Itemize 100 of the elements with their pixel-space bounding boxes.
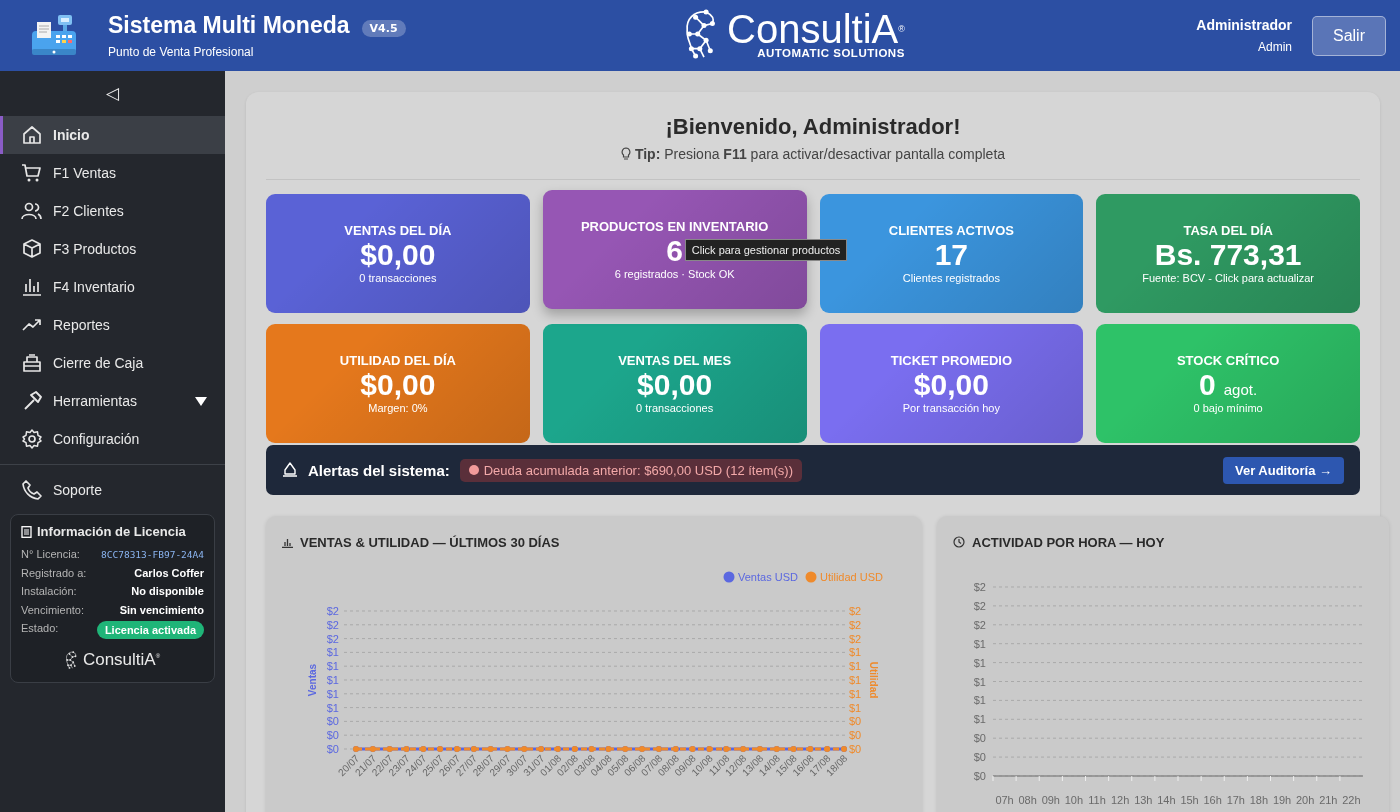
sidebar-item[interactable]: Cierre de Caja — [0, 344, 225, 382]
sidebar-item[interactable]: Herramientas — [0, 382, 225, 420]
logout-button[interactable]: Salir — [1312, 15, 1386, 56]
axis-tick-label: 14h — [1157, 794, 1176, 806]
axis-tick-label: $0 — [973, 732, 986, 745]
users-icon — [21, 200, 43, 222]
data-point[interactable] — [521, 746, 528, 752]
sidebar-item[interactable]: F2 Clientes — [0, 192, 225, 230]
sidebar-item[interactable]: Reportes — [0, 306, 225, 344]
stat-card[interactable]: VENTAS DEL DÍA $0,00 0 transacciones — [266, 194, 530, 313]
app-subtitle: Punto de Venta Profesional — [108, 45, 255, 59]
version-badge: V4.5 — [361, 20, 406, 37]
card-value: $0,00 — [637, 368, 713, 401]
data-point[interactable] — [420, 746, 427, 752]
data-point[interactable] — [453, 746, 460, 752]
card-value: 6 — [666, 234, 683, 267]
document-icon — [21, 525, 32, 538]
data-point[interactable] — [655, 746, 662, 752]
brand-tagline: AUTOMATIC SOLUTIONS — [756, 47, 905, 59]
data-point[interactable] — [622, 746, 629, 752]
axis-tick-label: 11h — [1088, 794, 1106, 806]
audit-button[interactable]: Ver Auditoría → — [1222, 456, 1344, 484]
stat-card[interactable]: TASA DEL DÍA Bs. 773,31 Fuente: BCV - Click para actualizar — [1096, 194, 1360, 313]
card-note: 6 registrados · Stock OK — [614, 268, 735, 280]
phone-icon — [21, 479, 43, 501]
data-point[interactable] — [706, 746, 713, 752]
welcome-title: ¡Bienvenido, Administrador! — [664, 114, 962, 140]
sidebar-item[interactable]: F1 Ventas — [0, 154, 225, 192]
data-point[interactable] — [504, 746, 511, 752]
app-title: Sistema Multi Moneda — [108, 12, 350, 38]
data-point[interactable] — [773, 746, 780, 752]
axis-tick-label: 20h — [1296, 794, 1315, 806]
bar-chart-icon — [282, 536, 293, 548]
collapse-button[interactable]: ◁ — [106, 83, 119, 104]
card-title: TASA DEL DÍA — [1183, 223, 1273, 238]
data-point[interactable] — [437, 746, 444, 752]
home-icon — [21, 124, 43, 146]
axis-tick-label: $0 — [326, 715, 339, 728]
axis-tick-label: $1 — [849, 674, 862, 686]
axis-tick-label: $0 — [326, 729, 339, 742]
alert-pill[interactable]: Deuda acumulada anterior: $690,00 USD (12 ítem(s)) — [459, 458, 802, 482]
axis-tick-label: $1 — [849, 701, 862, 714]
license-value: Sin vencimiento — [119, 603, 204, 616]
data-point[interactable] — [487, 746, 494, 752]
card-title: CLIENTES ACTIVOS — [888, 223, 1014, 238]
data-point[interactable] — [672, 746, 679, 752]
axis-tick-label: $0 — [973, 751, 986, 764]
axis-tick-label: $2 — [326, 605, 339, 617]
data-point[interactable] — [807, 746, 814, 752]
data-point[interactable] — [740, 746, 747, 752]
sidebar-item[interactable]: Configuración — [0, 420, 225, 458]
card-note: 0 bajo mínimo — [1193, 402, 1263, 414]
data-point[interactable] — [824, 746, 831, 752]
axis-tick-label: 18h — [1249, 794, 1269, 806]
axis-tick-label: $1 — [973, 637, 986, 650]
data-point[interactable] — [605, 746, 612, 752]
tip-text: Tip: Presiona F11 para activar/desactivar pantalla completa — [634, 146, 1006, 162]
card-title: VENTAS DEL MES — [618, 353, 732, 368]
sidebar-item[interactable]: Soporte — [0, 471, 225, 509]
card-title: UTILIDAD DEL DÍA — [339, 353, 456, 368]
card-note: Margen: 0% — [368, 402, 428, 414]
data-point[interactable] — [841, 746, 847, 752]
card-value: $0,00 — [360, 368, 436, 401]
sidebar-item[interactable]: F4 Inventario — [0, 268, 225, 306]
axis-tick-label: 07h — [995, 794, 1014, 806]
axis-tick-label: $1 — [326, 646, 339, 659]
axis-tick-label: $2 — [849, 605, 862, 617]
axis-tick-label: 10h — [1064, 794, 1084, 806]
data-point[interactable] — [386, 746, 393, 752]
axis-tick-label: $2 — [849, 632, 862, 645]
sidebar-item[interactable]: F3 Productos — [0, 230, 225, 268]
data-point[interactable] — [571, 746, 578, 752]
card-note: 0 transacciones — [636, 402, 714, 414]
card-value: 17 — [934, 238, 969, 271]
brand-logo-text: ConsultiA$^{®}$ — [82, 649, 161, 670]
data-point[interactable] — [554, 746, 561, 752]
data-point[interactable] — [588, 746, 595, 752]
data-point[interactable] — [538, 746, 545, 752]
axis-tick-label: 13h — [1134, 794, 1153, 806]
card-value: Bs. 773,31 — [1154, 238, 1302, 271]
data-point[interactable] — [756, 746, 763, 752]
data-point[interactable] — [723, 746, 730, 752]
sidebar-item[interactable]: Inicio — [0, 116, 225, 154]
axis-tick-label: $0 — [849, 743, 862, 755]
license-value: 8CC78313-FB97-24A4 — [101, 548, 204, 560]
card-value: $0,00 — [360, 238, 436, 271]
axis-tick-label: $2 — [326, 618, 339, 631]
card-note: Por transacción hoy — [902, 402, 1000, 414]
stat-card[interactable]: TICKET PROMEDIO $0,00 Por transacción hoy — [819, 324, 1084, 443]
license-label: Estado: — [21, 622, 59, 635]
bar-chart-icon — [21, 276, 43, 298]
data-point[interactable] — [403, 746, 410, 752]
data-point[interactable] — [639, 746, 646, 752]
axis-tick-label: 08h — [1018, 794, 1037, 806]
license-label: N° Licencia: — [21, 548, 80, 561]
data-point[interactable] — [470, 746, 477, 752]
data-point[interactable] — [790, 746, 797, 752]
data-point[interactable] — [353, 746, 359, 752]
data-point[interactable] — [689, 746, 696, 752]
data-point[interactable] — [369, 746, 376, 752]
